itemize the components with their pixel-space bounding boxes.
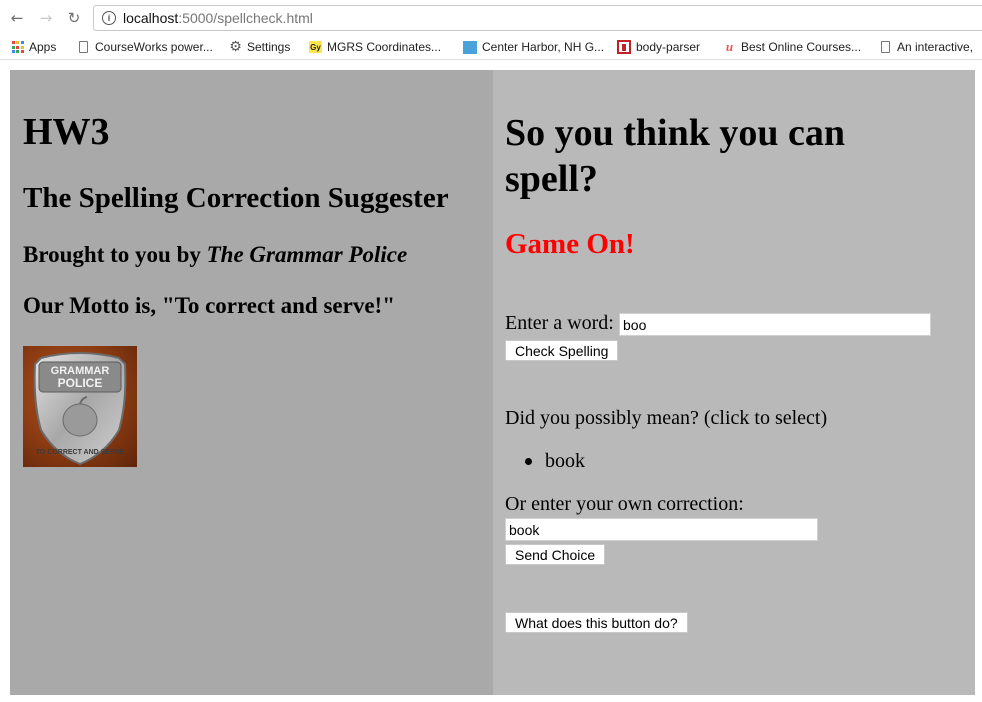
bookmark-label: body-parser xyxy=(636,40,701,54)
brought-by-line: Brought to you by The Grammar Police xyxy=(23,242,407,268)
brought-by-prefix: Brought to you by xyxy=(23,242,207,267)
suggestion-prompt: Did you possibly mean? (click to select) xyxy=(505,407,828,429)
suggestion-item[interactable]: book xyxy=(525,450,585,473)
gear-icon: ⚙ xyxy=(229,39,242,55)
url-host: localhost xyxy=(123,10,179,26)
bookmark-interactive[interactable]: An interactive, xyxy=(879,39,973,55)
suggestion-list: book xyxy=(525,450,585,473)
chrome-divider xyxy=(0,59,982,60)
bullet-icon xyxy=(525,458,532,465)
bookmark-label: MGRS Coordinates... xyxy=(327,40,442,54)
forward-arrow-icon[interactable]: → xyxy=(35,7,57,29)
bookmark-center-harbor[interactable]: Center Harbor, NH G... xyxy=(463,39,604,55)
game-heading: So you think you can spell? xyxy=(505,112,846,200)
enter-word-label: Enter a word: xyxy=(505,312,614,334)
right-pane: So you think you can spell? Game On! Ent… xyxy=(493,70,975,695)
game-on-banner: Game On! xyxy=(505,228,635,260)
bookmark-label: CourseWorks power... xyxy=(95,40,213,54)
grammar-police-badge-image: GRAMMAR POLICE TO CORRECT AND SERVE xyxy=(23,346,137,467)
word-input[interactable] xyxy=(619,313,931,336)
bookmark-apps[interactable]: Apps xyxy=(11,39,56,55)
page-title: HW3 xyxy=(23,111,110,153)
bookmark-label: Apps xyxy=(29,40,57,54)
bookmark-label: Best Online Courses... xyxy=(741,40,862,54)
page-content: HW3 The Spelling Correction Suggester Br… xyxy=(10,70,975,695)
mystery-button[interactable]: What does this button do? xyxy=(505,612,688,633)
suggestion-text[interactable]: book xyxy=(545,450,585,473)
document-icon xyxy=(77,41,90,54)
bookmark-mgrs[interactable]: Gy MGRS Coordinates... xyxy=(309,39,441,55)
bookmark-label: An interactive, xyxy=(897,40,974,54)
own-correction-label: Or enter your own correction: xyxy=(505,493,744,515)
browser-toolbar: ← → ↻ i localhost:5000/spellcheck.html xyxy=(0,0,982,36)
url-path: :5000/spellcheck.html xyxy=(178,10,313,26)
bookmark-label: Settings xyxy=(247,40,291,54)
bookmark-online-courses[interactable]: u Best Online Courses... xyxy=(723,39,861,55)
address-bar[interactable]: i localhost:5000/spellcheck.html xyxy=(93,5,982,31)
page-subtitle: The Spelling Correction Suggester xyxy=(23,182,449,214)
apps-grid-icon xyxy=(11,41,24,54)
document-icon xyxy=(879,41,892,54)
left-pane: HW3 The Spelling Correction Suggester Br… xyxy=(10,70,493,695)
udemy-icon: u xyxy=(725,39,734,54)
svg-text:POLICE: POLICE xyxy=(58,376,103,390)
back-arrow-icon[interactable]: ← xyxy=(6,7,28,29)
map-icon xyxy=(463,40,477,54)
badge-icon: GRAMMAR POLICE TO CORRECT AND SERVE xyxy=(33,352,127,466)
bookmark-courseworks[interactable]: CourseWorks power... xyxy=(77,39,213,55)
info-icon[interactable]: i xyxy=(102,11,116,25)
check-spelling-button[interactable]: Check Spelling xyxy=(505,340,619,361)
svg-text:TO CORRECT AND SERVE: TO CORRECT AND SERVE xyxy=(36,449,125,456)
bookmark-label: Center Harbor, NH G... xyxy=(482,40,605,54)
own-correction-input[interactable] xyxy=(505,518,818,541)
gy-icon: Gy xyxy=(309,41,322,53)
motto: Our Motto is, "To correct and serve!" xyxy=(23,293,395,318)
bookmarks-bar: Apps CourseWorks power... ⚙ Settings Gy … xyxy=(0,36,982,58)
team-name: The Grammar Police xyxy=(206,242,408,267)
reload-icon[interactable]: ↻ xyxy=(63,7,85,29)
bookmark-settings[interactable]: ⚙ Settings xyxy=(229,39,290,55)
bookmark-body-parser[interactable]: body-parser xyxy=(617,39,700,55)
npm-icon xyxy=(617,40,631,54)
send-choice-button[interactable]: Send Choice xyxy=(505,544,606,565)
